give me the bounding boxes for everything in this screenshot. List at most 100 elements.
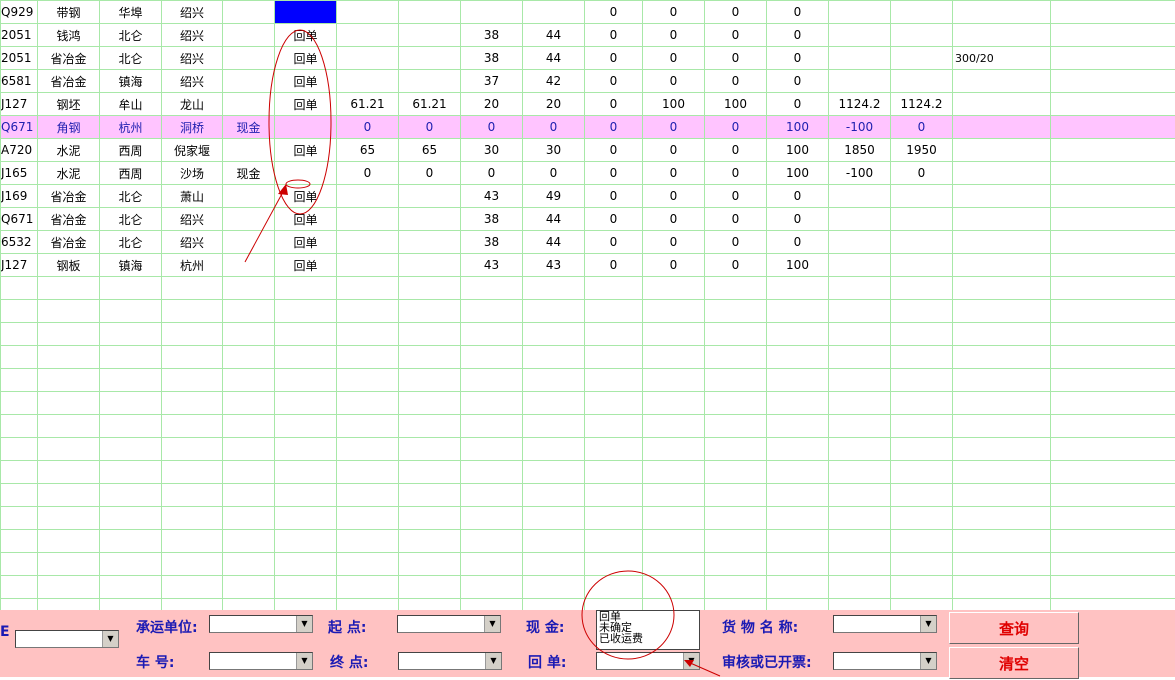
table-cell[interactable]: [399, 369, 461, 392]
table-cell[interactable]: [829, 300, 891, 323]
table-cell[interactable]: [829, 507, 891, 530]
table-cell[interactable]: [1051, 1, 1175, 24]
table-cell[interactable]: 65: [337, 139, 399, 162]
table-cell[interactable]: [275, 438, 337, 461]
table-cell[interactable]: [953, 415, 1051, 438]
table-cell[interactable]: [275, 369, 337, 392]
table-cell[interactable]: [643, 507, 705, 530]
table-cell[interactable]: [223, 369, 275, 392]
table-cell[interactable]: [275, 300, 337, 323]
table-cell[interactable]: [1051, 507, 1175, 530]
table-cell[interactable]: [585, 415, 643, 438]
chevron-down-icon[interactable]: ▼: [485, 653, 501, 669]
table-cell[interactable]: [399, 484, 461, 507]
table-cell[interactable]: 38: [461, 208, 523, 231]
chevron-down-icon[interactable]: ▼: [683, 653, 699, 669]
table-cell[interactable]: [275, 392, 337, 415]
table-cell[interactable]: [337, 369, 399, 392]
table-cell[interactable]: 牟山: [100, 93, 162, 116]
table-cell[interactable]: [399, 277, 461, 300]
table-cell[interactable]: 北仑: [100, 24, 162, 47]
table-cell[interactable]: [585, 576, 643, 599]
table-cell[interactable]: [829, 185, 891, 208]
table-cell[interactable]: 绍兴: [162, 24, 223, 47]
table-cell[interactable]: [829, 231, 891, 254]
table-cell[interactable]: 0: [585, 70, 643, 93]
table-cell[interactable]: [399, 70, 461, 93]
table-cell[interactable]: [461, 599, 523, 611]
table-cell[interactable]: 回单: [275, 93, 337, 116]
table-cell[interactable]: 回单: [275, 185, 337, 208]
table-cell[interactable]: J127: [1, 254, 38, 277]
table-cell[interactable]: [705, 346, 767, 369]
table-cell[interactable]: [585, 277, 643, 300]
table-cell[interactable]: [523, 323, 585, 346]
table-cell[interactable]: [399, 415, 461, 438]
table-cell[interactable]: [162, 346, 223, 369]
table-cell[interactable]: [891, 484, 953, 507]
table-cell[interactable]: Q671: [1, 116, 38, 139]
table-cell[interactable]: 镇海: [100, 70, 162, 93]
table-cell[interactable]: 100: [767, 116, 829, 139]
table-cell[interactable]: 回单: [275, 47, 337, 70]
table-cell[interactable]: [585, 392, 643, 415]
table-cell[interactable]: [337, 530, 399, 553]
table-cell[interactable]: [223, 47, 275, 70]
table-cell[interactable]: [829, 254, 891, 277]
table-cell[interactable]: [223, 392, 275, 415]
table-cell[interactable]: [1051, 369, 1175, 392]
table-cell[interactable]: [461, 392, 523, 415]
table-cell[interactable]: 100: [705, 93, 767, 116]
table-row[interactable]: [1, 553, 1175, 576]
table-cell[interactable]: [523, 599, 585, 611]
table-cell[interactable]: [1, 369, 38, 392]
table-cell[interactable]: [399, 507, 461, 530]
table-cell[interactable]: 6532: [1, 231, 38, 254]
table-row[interactable]: [1, 461, 1175, 484]
table-cell[interactable]: 300/20: [953, 47, 1051, 70]
table-cell[interactable]: [953, 553, 1051, 576]
table-cell[interactable]: 0: [585, 231, 643, 254]
table-cell[interactable]: [1051, 70, 1175, 93]
goods-name-select[interactable]: ▼: [833, 615, 937, 633]
table-cell[interactable]: 0: [585, 116, 643, 139]
table-cell[interactable]: [1051, 24, 1175, 47]
table-cell[interactable]: [337, 24, 399, 47]
table-cell[interactable]: [337, 277, 399, 300]
table-cell[interactable]: [705, 507, 767, 530]
table-cell[interactable]: [162, 461, 223, 484]
table-cell[interactable]: [223, 231, 275, 254]
table-cell[interactable]: 水泥: [38, 139, 100, 162]
table-cell[interactable]: [337, 553, 399, 576]
table-cell[interactable]: [275, 507, 337, 530]
table-cell[interactable]: [461, 484, 523, 507]
table-cell[interactable]: [337, 507, 399, 530]
table-cell[interactable]: [100, 277, 162, 300]
table-cell[interactable]: [38, 369, 100, 392]
table-cell[interactable]: [523, 530, 585, 553]
table-cell[interactable]: 省冶金: [38, 70, 100, 93]
table-cell[interactable]: [1051, 300, 1175, 323]
table-cell[interactable]: [461, 300, 523, 323]
table-cell[interactable]: [38, 484, 100, 507]
table-cell[interactable]: [705, 484, 767, 507]
table-cell[interactable]: 西周: [100, 162, 162, 185]
table-cell[interactable]: [1051, 93, 1175, 116]
table-cell[interactable]: [337, 484, 399, 507]
table-cell[interactable]: [953, 116, 1051, 139]
table-cell[interactable]: [585, 461, 643, 484]
table-cell[interactable]: 0: [767, 70, 829, 93]
table-cell[interactable]: 0: [643, 116, 705, 139]
table-cell[interactable]: [100, 438, 162, 461]
table-cell[interactable]: [891, 346, 953, 369]
table-cell[interactable]: [38, 392, 100, 415]
table-cell[interactable]: [461, 507, 523, 530]
table-cell[interactable]: 30: [523, 139, 585, 162]
table-cell[interactable]: [223, 185, 275, 208]
table-cell[interactable]: [223, 323, 275, 346]
table-cell[interactable]: [223, 484, 275, 507]
table-cell[interactable]: [643, 484, 705, 507]
table-cell[interactable]: [891, 438, 953, 461]
table-cell[interactable]: 65: [399, 139, 461, 162]
table-cell[interactable]: [337, 300, 399, 323]
